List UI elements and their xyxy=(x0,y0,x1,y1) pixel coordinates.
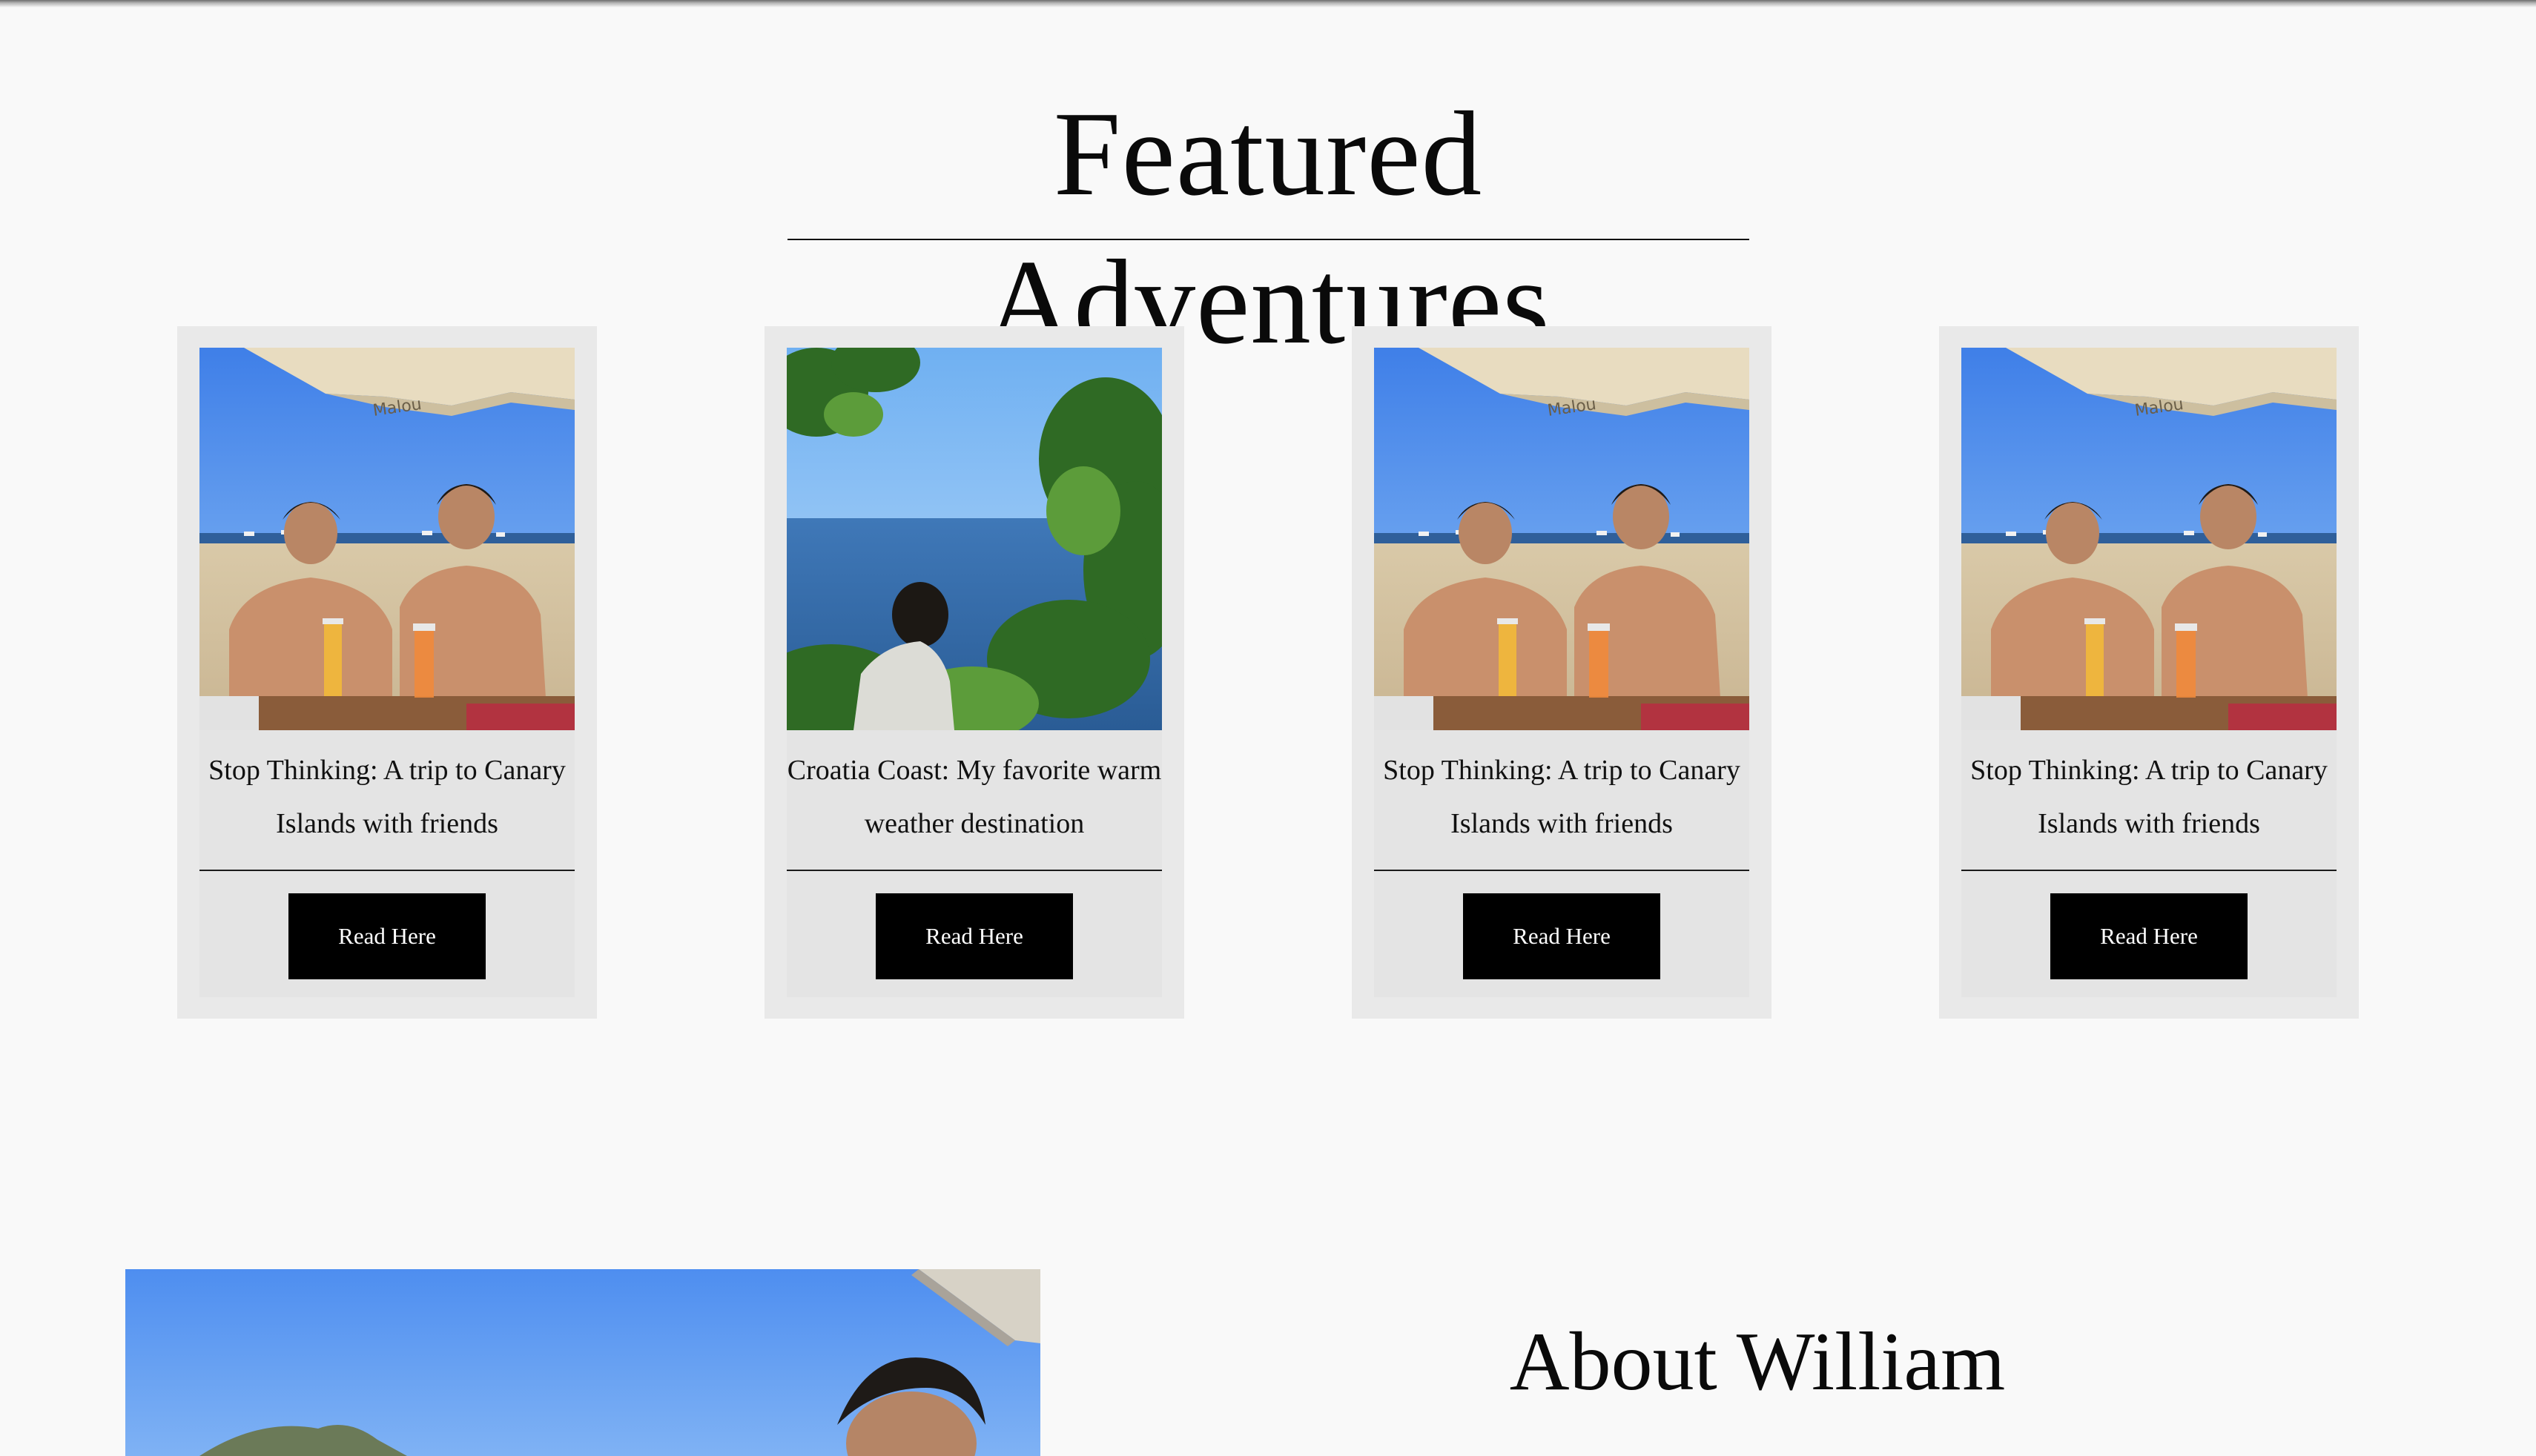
read-here-button[interactable]: Read Here xyxy=(2050,893,2248,979)
adventure-card-divider xyxy=(1961,870,2337,871)
adventure-card-divider xyxy=(199,870,575,871)
adventure-card-body: Stop Thinking: A trip to Canary Islands … xyxy=(199,348,575,997)
adventure-card-body: Stop Thinking: A trip to Canary Islands … xyxy=(1961,348,2337,997)
adventure-card-title: Stop Thinking: A trip to Canary Islands … xyxy=(1970,755,2328,839)
adventure-card-divider xyxy=(1374,870,1749,871)
beach-friends-photo xyxy=(199,348,575,730)
featured-title-divider xyxy=(787,239,1749,240)
read-here-button[interactable]: Read Here xyxy=(876,893,1073,979)
adventure-card-body: Croatia Coast: My favorite warm weather … xyxy=(787,348,1162,997)
adventure-card: Stop Thinking: A trip to Canary Islands … xyxy=(1352,326,1771,1019)
beach-friends-photo xyxy=(1374,348,1749,730)
about-title: About William xyxy=(1509,1316,2006,1408)
adventure-card: Croatia Coast: My favorite warm weather … xyxy=(765,326,1184,1019)
adventure-card-body: Stop Thinking: A trip to Canary Islands … xyxy=(1374,348,1749,997)
william-portrait-photo xyxy=(125,1269,1040,1456)
read-here-button[interactable]: Read Here xyxy=(1463,893,1660,979)
adventure-card-title: Stop Thinking: A trip to Canary Islands … xyxy=(1383,755,1740,839)
beach-friends-photo xyxy=(1961,348,2337,730)
adventure-card-title: Croatia Coast: My favorite warm weather … xyxy=(787,755,1162,839)
header-shadow xyxy=(0,0,2536,7)
adventure-card: Stop Thinking: A trip to Canary Islands … xyxy=(177,326,597,1019)
read-here-button[interactable]: Read Here xyxy=(288,893,486,979)
adventure-card-divider xyxy=(787,870,1162,871)
adventure-card: Stop Thinking: A trip to Canary Islands … xyxy=(1939,326,2359,1019)
adventure-card-title: Stop Thinking: A trip to Canary Islands … xyxy=(208,755,566,839)
croatia-coast-photo xyxy=(787,348,1162,730)
